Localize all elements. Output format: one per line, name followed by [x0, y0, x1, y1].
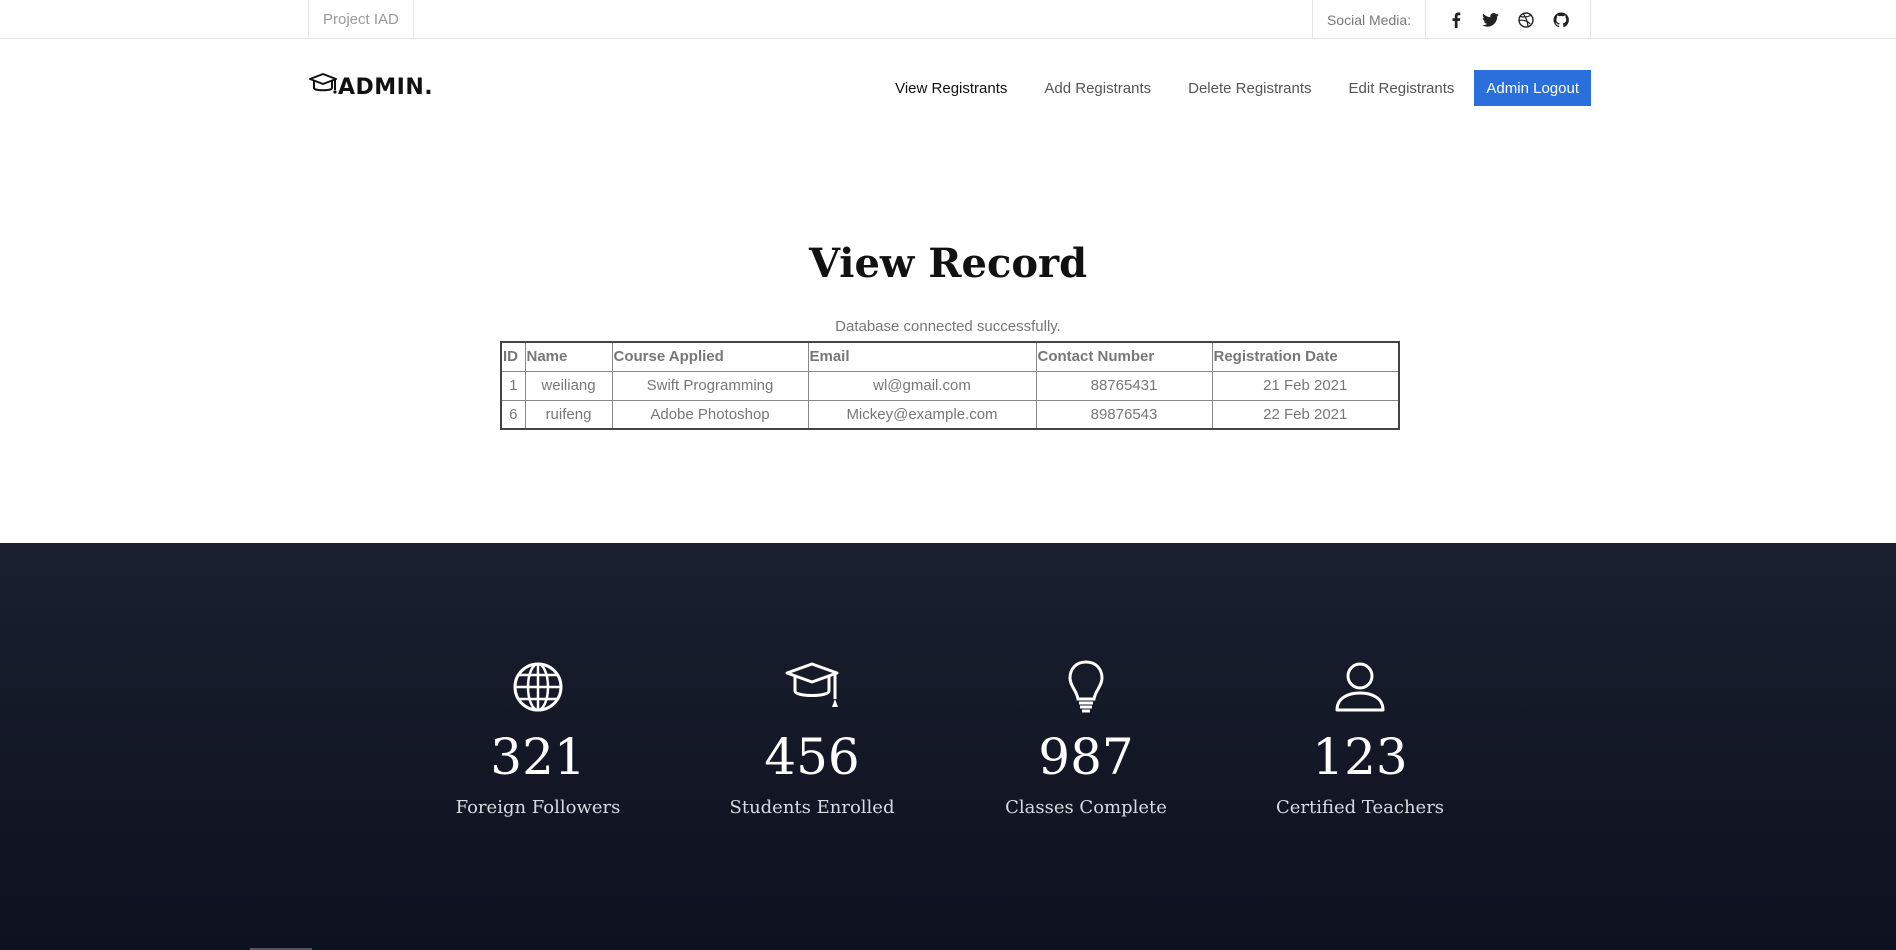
admin-logo[interactable]: ADMIN.: [308, 72, 433, 103]
stat-value: 123: [1312, 728, 1408, 786]
top-bar: Project IAD Social Media:: [0, 0, 1896, 39]
facebook-icon[interactable]: [1447, 11, 1465, 29]
logo-text: ADMIN.: [338, 75, 434, 100]
cell-contact: 88765431: [1035, 370, 1213, 401]
stat-foreign-followers: 321 Foreign Followers: [428, 659, 648, 818]
stat-value: 321: [490, 728, 586, 786]
cell-date: 22 Feb 2021: [1211, 399, 1400, 430]
stat-value: 456: [764, 728, 860, 786]
col-header-name: Name: [524, 341, 613, 372]
records-table-wrap: ID Name Course Applied Email Contact Num…: [500, 341, 1400, 430]
twitter-icon[interactable]: [1482, 11, 1500, 29]
page-title: View Record: [808, 240, 1088, 287]
stats-section: 321 Foreign Followers 456 Students Enrol…: [0, 543, 1896, 950]
cell-email: Mickey@example.com: [807, 399, 1037, 430]
social-media-label: Social Media:: [1312, 0, 1426, 39]
stat-students-enrolled: 456 Students Enrolled: [702, 659, 922, 818]
stat-label: Classes Complete: [1005, 797, 1167, 818]
nav-add-registrants[interactable]: Add Registrants: [1044, 80, 1151, 97]
col-header-contact: Contact Number: [1035, 341, 1213, 372]
social-icons: [1426, 0, 1591, 39]
cell-course: Swift Programming: [611, 370, 809, 401]
lightbulb-icon: [976, 659, 1196, 715]
cell-name: ruifeng: [524, 399, 613, 430]
stat-label: Students Enrolled: [729, 797, 895, 818]
col-header-email: Email: [807, 341, 1037, 372]
table-row: 6 ruifeng Adobe Photoshop Mickey@example…: [500, 399, 1400, 430]
admin-logout-button[interactable]: Admin Logout: [1474, 70, 1591, 106]
cell-id: 1: [500, 370, 526, 401]
cell-name: weiliang: [524, 370, 613, 401]
cell-contact: 89876543: [1035, 399, 1213, 430]
graduation-cap-icon: [308, 72, 338, 103]
project-name: Project IAD: [308, 0, 414, 39]
nav-view-registrants[interactable]: View Registrants: [895, 80, 1007, 97]
nav-edit-registrants[interactable]: Edit Registrants: [1349, 80, 1455, 97]
table-header-row: ID Name Course Applied Email Contact Num…: [500, 341, 1400, 372]
stat-value: 987: [1038, 728, 1134, 786]
cell-course: Adobe Photoshop: [611, 399, 809, 430]
stat-certified-teachers: 123 Certified Teachers: [1250, 659, 1470, 818]
dribbble-icon[interactable]: [1517, 11, 1535, 29]
stat-label: Foreign Followers: [455, 797, 621, 818]
cell-email: wl@gmail.com: [807, 370, 1037, 401]
main-nav: View Registrants Add Registrants Delete …: [858, 70, 1591, 106]
github-icon[interactable]: [1552, 11, 1570, 29]
stat-classes-complete: 987 Classes Complete: [976, 659, 1196, 818]
col-header-id: ID: [500, 341, 526, 372]
col-header-course: Course Applied: [611, 341, 809, 372]
records-table: ID Name Course Applied Email Contact Num…: [500, 341, 1400, 430]
user-icon: [1250, 659, 1470, 715]
db-status-message: Database connected successfully.: [835, 318, 1061, 335]
nav-delete-registrants[interactable]: Delete Registrants: [1188, 80, 1311, 97]
graduation-cap-icon: [702, 659, 922, 715]
cell-id: 6: [500, 399, 526, 430]
table-row: 1 weiliang Swift Programming wl@gmail.co…: [500, 370, 1400, 401]
cell-date: 21 Feb 2021: [1211, 370, 1400, 401]
stat-label: Certified Teachers: [1275, 797, 1445, 818]
col-header-date: Registration Date: [1211, 341, 1400, 372]
globe-icon: [428, 659, 648, 715]
